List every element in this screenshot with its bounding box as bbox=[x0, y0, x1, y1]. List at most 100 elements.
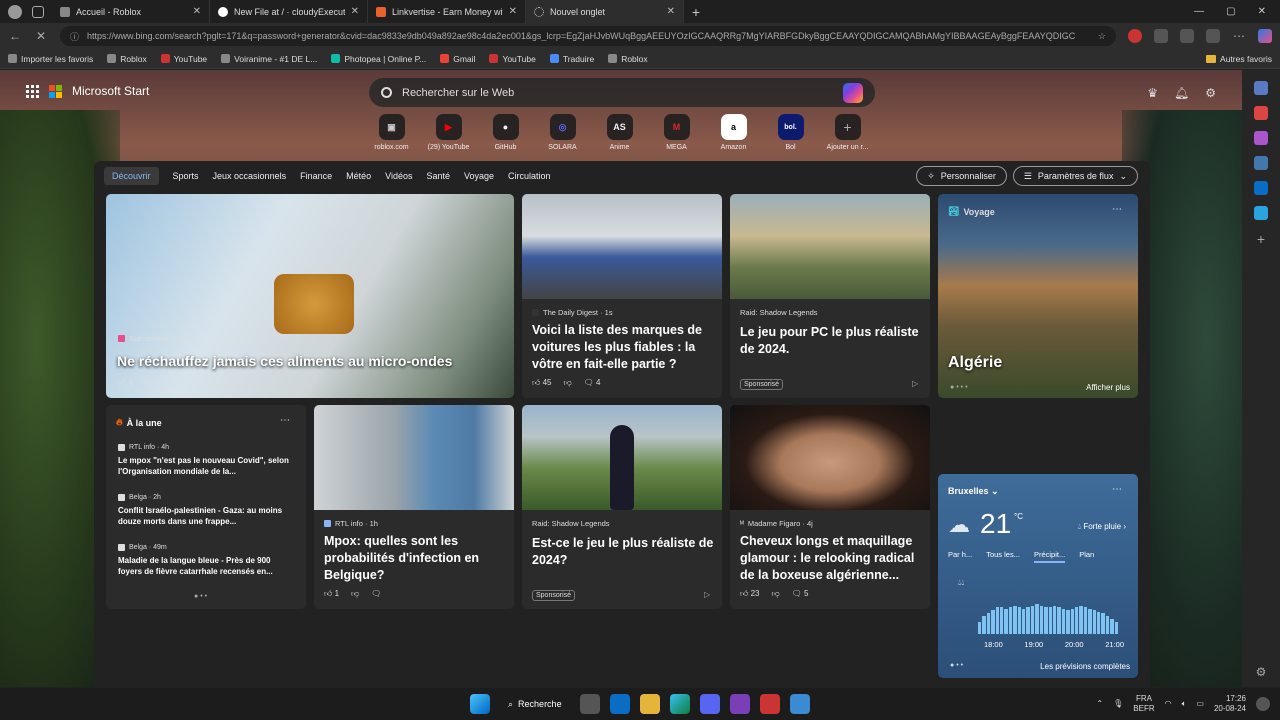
like-button[interactable]: 👍︎ 23 bbox=[740, 589, 760, 599]
bookmark-import[interactable]: Importer les favoris bbox=[8, 54, 93, 64]
minimize-icon[interactable]: — bbox=[1194, 6, 1204, 17]
tab-discover[interactable]: Découvrir bbox=[104, 167, 159, 185]
visual-studio-icon[interactable] bbox=[729, 694, 750, 714]
tab-linkvertise[interactable]: Linkvertise - Earn Money with Lin ✕ bbox=[368, 0, 526, 23]
shopping-icon[interactable] bbox=[1254, 106, 1268, 120]
language-indicator[interactable]: FRA BEFR bbox=[1133, 694, 1154, 713]
tab-health[interactable]: Santé bbox=[426, 171, 450, 181]
comment-button[interactable]: 🗨 3 bbox=[165, 378, 182, 388]
personalize-button[interactable]: ✧ Personnaliser bbox=[916, 166, 1007, 186]
like-button[interactable]: 👍︎ 4 bbox=[118, 378, 133, 388]
start-icon[interactable] bbox=[470, 694, 490, 714]
shortcut-roblox[interactable]: ▣ roblox.com bbox=[368, 114, 415, 151]
bookmark-gmail[interactable]: Gmail bbox=[440, 54, 475, 64]
shortcut-anime[interactable]: AS Anime bbox=[596, 114, 643, 151]
chevron-up-icon[interactable]: ⌃ bbox=[1096, 699, 1103, 708]
discord-icon[interactable] bbox=[699, 694, 720, 714]
comment-button[interactable]: 🗨 bbox=[371, 589, 381, 599]
carousel-dots[interactable]: ●••• bbox=[950, 384, 970, 391]
edge-icon[interactable] bbox=[669, 694, 690, 714]
web-search-box[interactable]: Rechercher sur le Web bbox=[369, 78, 875, 107]
clock[interactable]: 17:26 20-08-24 bbox=[1214, 694, 1246, 713]
stop-icon[interactable]: ✕ bbox=[34, 29, 48, 43]
bookmark-other-favorites[interactable]: Autres favoris bbox=[1206, 54, 1272, 64]
close-icon[interactable]: ✕ bbox=[667, 6, 675, 17]
bookmark-youtube[interactable]: YouTube bbox=[160, 54, 207, 64]
back-icon[interactable]: ← bbox=[8, 29, 22, 43]
games-icon[interactable] bbox=[1254, 156, 1268, 170]
tab-traffic[interactable]: Circulation bbox=[508, 171, 551, 181]
tab-casual-games[interactable]: Jeux occasionnels bbox=[213, 171, 287, 181]
dislike-icon[interactable]: 👎︎ bbox=[145, 378, 153, 388]
ad-choices-icon[interactable]: ▷ bbox=[704, 590, 710, 599]
carousel-dots[interactable]: ●•• bbox=[194, 593, 209, 600]
comment-button[interactable]: 🗨 4 bbox=[584, 378, 601, 388]
copilot-icon[interactable] bbox=[843, 82, 863, 103]
weather-condition-link[interactable]: 💧︎ Forte pluie › bbox=[1078, 522, 1126, 532]
telegram-icon[interactable] bbox=[1254, 206, 1268, 220]
like-button[interactable]: 👍︎ 1 bbox=[324, 589, 339, 599]
dislike-icon[interactable]: 👎︎ bbox=[564, 378, 572, 388]
tab-videos[interactable]: Vidéos bbox=[385, 171, 412, 181]
article-card-mpox[interactable]: RTL info · 1h Mpox: quelles sont les pro… bbox=[314, 405, 514, 609]
shortcut-bol[interactable]: bol. Bol bbox=[767, 114, 814, 151]
sponsored-card-raid[interactable]: Raid: Shadow Legends Le jeu pour PC le p… bbox=[730, 194, 930, 398]
article-card-boxer[interactable]: ᴹ Madame Figaro · 4j Cheveux longs et maq… bbox=[730, 405, 930, 609]
carousel-dots[interactable]: ●•• bbox=[950, 662, 965, 669]
bookmark-youtube-2[interactable]: YouTube bbox=[489, 54, 536, 64]
article-card-cars[interactable]: The Daily Digest · 1s Voici la liste des… bbox=[522, 194, 722, 398]
tools-icon[interactable] bbox=[1254, 131, 1268, 145]
article-card-microwave[interactable]: StarsInsider · 13h Ne réchauffez jamais … bbox=[106, 194, 514, 398]
weather-location[interactable]: Bruxelles ⌄ bbox=[948, 486, 999, 497]
close-icon[interactable]: ✕ bbox=[351, 6, 359, 17]
info-icon[interactable]: ⓘ bbox=[70, 30, 79, 43]
add-sidebar-icon[interactable]: + bbox=[1242, 231, 1280, 247]
close-icon[interactable]: ✕ bbox=[193, 6, 201, 17]
headline-item[interactable]: RTL info · 4h Le mpox "n'est pas le nouve… bbox=[118, 443, 290, 477]
headline-item[interactable]: Belga · 2h Conflit Israélo-palestinien - … bbox=[118, 493, 290, 527]
sidebar-settings-icon[interactable]: ⚙ bbox=[1242, 665, 1280, 679]
show-more-link[interactable]: Afficher plus bbox=[1086, 383, 1130, 392]
bookmark-photopea[interactable]: Photopea | Online P... bbox=[331, 54, 426, 64]
split-screen-icon[interactable] bbox=[1180, 29, 1194, 43]
tab-map[interactable]: Plan bbox=[1079, 550, 1094, 563]
like-button[interactable]: 👍︎ 45 bbox=[532, 378, 552, 388]
favorite-star-icon[interactable]: ☆ bbox=[1098, 31, 1106, 42]
task-view-icon[interactable] bbox=[579, 694, 600, 714]
tab-hourly[interactable]: Par h... bbox=[948, 550, 972, 563]
app-icon[interactable] bbox=[759, 694, 780, 714]
shortcut-github[interactable]: ● GitHub bbox=[482, 114, 529, 151]
address-bar[interactable]: ⓘ https://www.bing.com/search?pglt=171&q… bbox=[60, 26, 1116, 46]
shortcut-mega[interactable]: M MEGA bbox=[653, 114, 700, 151]
search-sidebar-icon[interactable] bbox=[1254, 81, 1268, 95]
comment-button[interactable]: 🗨 5 bbox=[792, 589, 809, 599]
outlook-icon[interactable] bbox=[1254, 181, 1268, 195]
feed-settings-button[interactable]: ☰ Paramètres de flux ⌄ bbox=[1012, 166, 1138, 186]
settings-gear-icon[interactable]: ⚙ bbox=[1205, 86, 1216, 100]
extension-icon[interactable] bbox=[1128, 29, 1142, 43]
bookmark-traduire[interactable]: Traduire bbox=[549, 54, 594, 64]
notification-center-icon[interactable] bbox=[1256, 696, 1270, 711]
full-forecast-link[interactable]: Les prévisions complètes bbox=[1040, 662, 1130, 671]
bookmark-voiranime[interactable]: Voiranime - #1 DE L... bbox=[221, 54, 317, 64]
app-launcher-icon[interactable] bbox=[26, 84, 39, 98]
tab-weather[interactable]: Météo bbox=[346, 171, 371, 181]
notepad-icon[interactable] bbox=[789, 694, 810, 714]
menu-icon[interactable]: ⋯ bbox=[1232, 29, 1246, 43]
maximize-icon[interactable]: ▢ bbox=[1226, 6, 1235, 17]
ad-choices-icon[interactable]: ▷ bbox=[912, 379, 918, 388]
rewards-icon[interactable]: ♛ bbox=[1147, 86, 1158, 100]
bookmark-roblox[interactable]: Roblox bbox=[107, 54, 147, 64]
taskbar-search[interactable]: ⌕ Recherche bbox=[500, 699, 570, 710]
microphone-icon[interactable]: 🎙︎ bbox=[1113, 699, 1123, 708]
workspaces-icon[interactable] bbox=[32, 5, 44, 18]
tab-github[interactable]: New File at / · cloudyExecutor/Ke ✕ bbox=[210, 0, 368, 23]
refresh-extension-icon[interactable] bbox=[1154, 29, 1168, 43]
profile-icon[interactable] bbox=[8, 4, 22, 19]
headline-item[interactable]: Belga · 49m Maladie de la langue bleue - … bbox=[118, 543, 290, 577]
more-options-icon[interactable]: ⋯ bbox=[1112, 484, 1122, 495]
weather-card[interactable]: Bruxelles ⌄ ⋯ ☁ 21 °C 💧︎ Forte pluie › P… bbox=[938, 474, 1138, 678]
new-tab-button[interactable]: + bbox=[684, 4, 708, 20]
bookmark-roblox-2[interactable]: Roblox bbox=[608, 54, 648, 64]
tab-new[interactable]: Nouvel onglet ✕ bbox=[526, 0, 684, 23]
